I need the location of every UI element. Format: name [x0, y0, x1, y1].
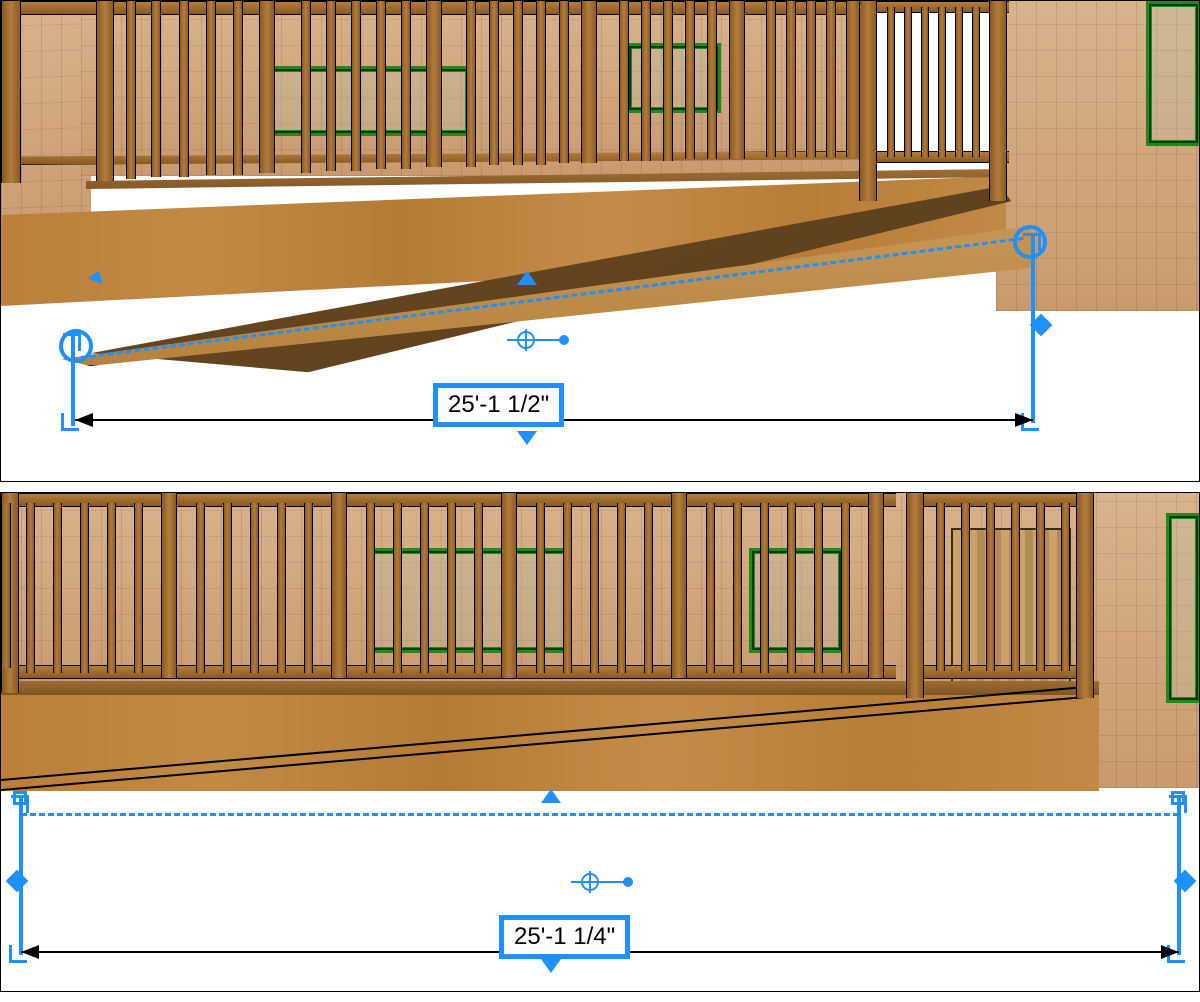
dimension-arrow-right-icon-b	[1161, 945, 1179, 959]
edit-handle-move[interactable]	[507, 329, 567, 359]
viewport-perspective[interactable]: 25'-1 1/2"	[0, 0, 1200, 482]
dimension-arrow-left-icon-b	[21, 945, 39, 959]
selection-edge-dashed-b	[21, 813, 1179, 816]
window-right	[1146, 1, 1200, 146]
edit-handle-move-b[interactable]	[571, 871, 631, 901]
viewport-elevation[interactable]: 25'-1 1/4"	[0, 492, 1200, 992]
dimension-value-input[interactable]: 25'-1 1/2"	[433, 383, 564, 427]
window-elev-3	[1166, 513, 1200, 703]
railing-elev-balusters-set	[1, 503, 896, 683]
dimension-arrow-left-icon	[75, 413, 93, 427]
edit-handle-side-left-b[interactable]	[6, 870, 29, 893]
edit-handle-end-right[interactable]	[1013, 225, 1047, 259]
edit-handle-flip-bottom-b[interactable]	[541, 959, 561, 973]
scene-3d: 25'-1 1/2"	[1, 1, 1199, 481]
railing-elev-right	[906, 493, 1091, 703]
edit-handle-end-left[interactable]	[59, 329, 93, 363]
edit-handle-flip-top-b[interactable]	[541, 789, 561, 803]
dimension-value-input-b[interactable]: 25'-1 1/4"	[499, 915, 630, 959]
dimension-arrow-right-icon	[1015, 413, 1033, 427]
edit-handle-end-left-b[interactable]	[13, 791, 27, 805]
edit-handle-flip-bottom[interactable]	[517, 431, 537, 445]
railing-balusters	[1, 1, 861, 176]
edit-handle-end-right-b[interactable]	[1171, 791, 1185, 805]
scene-elevation: 25'-1 1/4"	[1, 493, 1199, 991]
edit-handle-flip-mid[interactable]	[517, 271, 537, 285]
railing-right-section	[859, 1, 1009, 201]
